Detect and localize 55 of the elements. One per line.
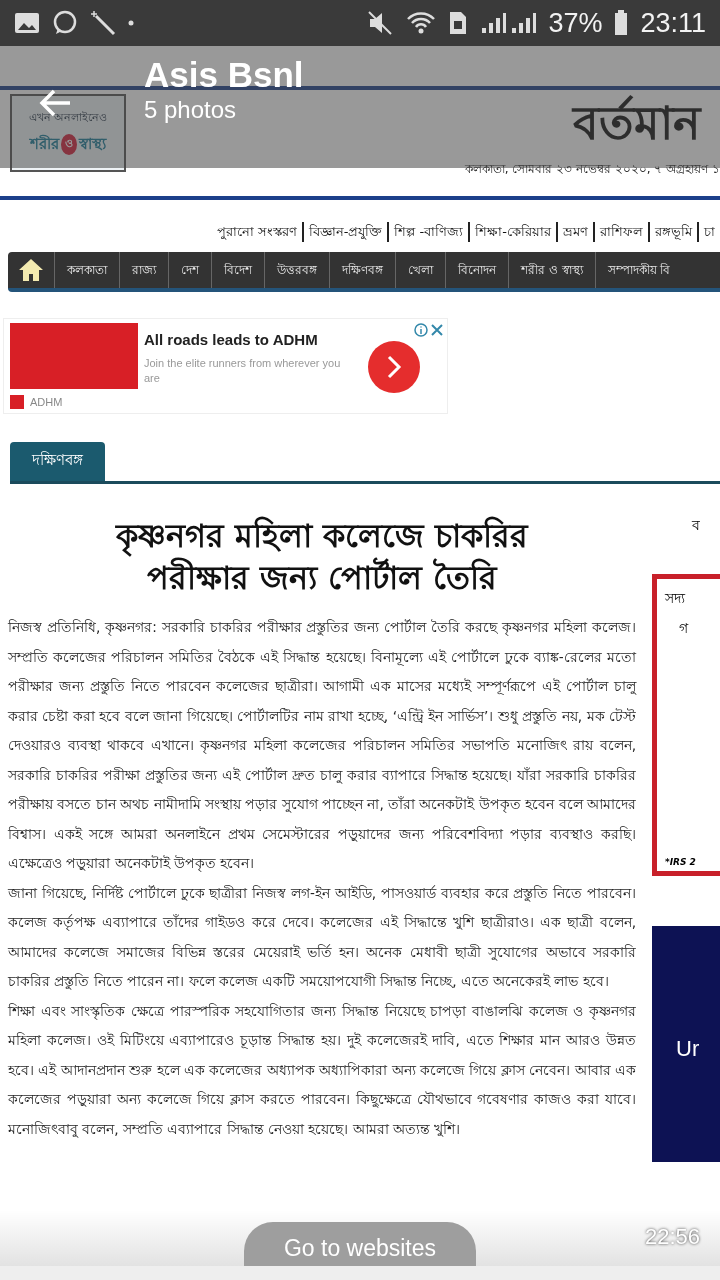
advertiser-name: ADHM [30,396,63,408]
top-link[interactable]: বিজ্ঞান-প্রযুক্তি [301,222,388,242]
ad-headline: All roads leads to ADHM [144,331,319,348]
nav-item[interactable]: রাজ্য [119,252,168,288]
top-link[interactable]: রঙ্গভূমি [648,222,697,242]
article-paragraph: জানা গিয়েছে, নির্দিষ্ট পোর্টালে ঢুকে ছাত্রীরা নিজস্ব লগ-ইন আইডি, পাসওয়ার্ড ব্যবহার করে প্রস্তুতি নিতে পারবেন। কলেজ কর্তৃপক্ষ এব্যাপারে তাঁদের গাইডও করে দেবে। কলেজের এই সিদ্ধান্তে খুশি ছাত্রীরাও। এক ছাত্রী বলেন, আমাদের কলেজে সমাজের বিভিন্ন স্তরের মেয়েরাই ভর্তি হন। অনেক মেধাবী ছাত্রী সুযোগের অভাবে সরকারি চাকরির প্রস্তুতি নিতে পারেন না। ফলে কলেজ একটি সময়োপযোগী সিদ্ধান্ত নিচ্ছে, এতে অনেকেরই লাভ হবে। [8,883,636,992]
advertiser-icon [10,395,24,409]
chat-icon [52,10,78,36]
dot-icon [128,20,134,26]
magic-wand-icon [90,10,116,36]
nav-item[interactable]: দেশ [168,252,211,288]
wifi-icon [406,10,437,36]
ad-open-button[interactable] [368,341,420,393]
top-link[interactable]: শিক্ষা-কেরিয়ার [468,222,556,242]
clock: 23:11 [640,7,706,39]
dateline: কলকাতা, সোমবার ২৩ নভেম্বর ২০২০, ৭ অগ্রহায়ণ ১ [464,160,720,178]
home-icon[interactable] [18,258,44,282]
nav-item[interactable]: শরীর ও স্বাস্থ্য [508,252,595,288]
top-link[interactable]: চা [697,222,720,242]
ad-text: Join the elite runners from wherever you are [144,356,342,387]
top-link[interactable]: শিল্প -বাণিজ্য [387,222,469,242]
chevron-right-icon [386,355,402,379]
top-link[interactable]: ভ্রমণ [556,222,593,242]
info-icon[interactable] [414,323,428,337]
album-owner-name: Asis Bsnl [144,54,304,96]
banner-text: Ur [676,1036,700,1061]
nav-item[interactable]: খেলা [395,252,445,288]
nav-item[interactable]: বিদেশ [211,252,264,288]
sim-icon [448,10,469,36]
battery-percent: 37% [548,7,603,39]
nav-item[interactable]: দক্ষিণবঙ্গ [329,252,395,288]
section-tab[interactable]: দক্ষিণবঙ্গ [10,442,105,481]
close-icon[interactable] [431,323,443,337]
photo-timestamp: 22:56 [644,1224,700,1250]
top-link[interactable]: রাশিফল [593,222,648,242]
signal-icon [480,11,537,35]
sidebar-box-text: সদ্য [665,589,687,608]
article-paragraph: শিক্ষা এবং সাংস্কৃতিক ক্ষেত্রে পারস্পরিক সহযোগিতার জন্য সিদ্ধান্ত নিয়েছে চাপড়া বাঙালঝি কলেজ ও কৃষ্ণনগর মহিলা কলেজ। ওই মিটিংয়ে এব্যাপারেও চূড়ান্ত সিদ্ধান্ত হয়। দুই কলেজেরই দাবি, এতে শিক্ষার মান আরও উন্নত হবে। এই আদানপ্রদান শুরু হলে এক কলেজের অধ্যাপক অধ্যাপিকারা অন্য কলেজে গিয়ে ক্লাস নেবেন। আবার এক কলেজের পড়ুয়ারা অন্য কলেজে গিয়ে ক্লাস করতে পারবেন। কিছুক্ষেত্রে যৌথভাবে গবেষণার কাজও করা যাবে। মনোজিৎবাবু বলেন, সম্প্রতি এব্যাপারে সিদ্ধান্ত নেওয়া হয়েছে। আমরা অত্যন্ত খুশি। [8,1001,636,1140]
article-paragraph: নিজস্ব প্রতিনিধি, কৃষ্ণনগর: সরকারি চাকরির পরীক্ষার প্রস্তুতির জন্য পোর্টাল তৈরি করছে কৃষ্ণনগর মহিলা কলেজ। সম্প্রতি কলেজের পরিচালন সমিতির বৈঠকে এই সিদ্ধান্ত হয়েছে। বিনামূল্যে এই পোর্টালে ঢুকে ব্যাঙ্ক-রেলের মতো পরীক্ষার জন্য প্রস্তুতি নিতে পারবেন কলেজের ছাত্রীরা। আগামী এক মাসের মধ্যেই সম্পূর্ণরূপে এই পোর্টাল চালু করার চেষ্টা করা হবে বলে জানা গিয়েছে। পোর্টালটির নাম রাখা হচ্ছে, ‘এন্ট্রি ইন সার্ভিস’। শুধু প্রস্তুতি নয়, মক টেস্ট দেওয়ারও ব্যবস্থা থাকবে এখানে। কৃষ্ণনগর মহিলা কলেজের পরিচালন সমিতির সভাপতি মনোজিৎ রায় বলেন, সরকারি চাকরির পরীক্ষা প্রস্তুতির জন্য এই পোর্টাল দ্রুত চালু করার ব্যাপারে সিদ্ধান্ত হয়েছে। যাঁরা সরকারি চাকরির পরীক্ষায় বসতে চান অথচ নামীদামি সংস্থায় পড়ার সুযোগ পাচ্ছেন না, তাঁরা অনেকটাই উপকৃত হবেন বলে আমাদের বিশ্বাস। একই সঙ্গে আমরা অনলাইনে প্রথম সেমেস্টারের পড়ুয়াদের জন্য পরিবেশবিদ্যা পড়ার ব্যবস্থাও করছি। এক্ষেত্রেও পড়ুয়ারা অনেকটাই উপকৃত হবেন। [8,618,636,874]
sidebar-heading: ব [691,516,701,535]
battery-icon [614,10,629,36]
ad-banner[interactable]: All roads leads to ADHM Join the elite runners from wherever you are ADHM [3,318,448,414]
nav-item[interactable]: সম্পাদকীয় বি [594,252,683,288]
article-headline: কৃষ্ণনগর মহিলা কলেজে চাকরির পরীক্ষার জন্য পোর্টাল তৈরি [114,516,530,599]
photo-count: 5 photos [144,96,238,124]
site-logo[interactable]: এখন অনলাইনেও শরীর ও স্বাস্থ্য [10,94,126,172]
top-link[interactable]: পুরানো সংস্করণ [211,222,302,242]
gallery-icon [14,12,40,34]
sidebar-banner[interactable]: Ur [652,926,720,1162]
newspaper-masthead: বর্তমান [573,94,700,152]
nav-item[interactable]: উত্তরবঙ্গ [264,252,329,288]
nav-item[interactable]: বিনোদন [445,252,508,288]
sidebar-note: *IRS 2 [665,857,697,869]
sidebar-box-text: গ [678,619,690,638]
nav-item[interactable]: কলকাতা [54,252,119,288]
